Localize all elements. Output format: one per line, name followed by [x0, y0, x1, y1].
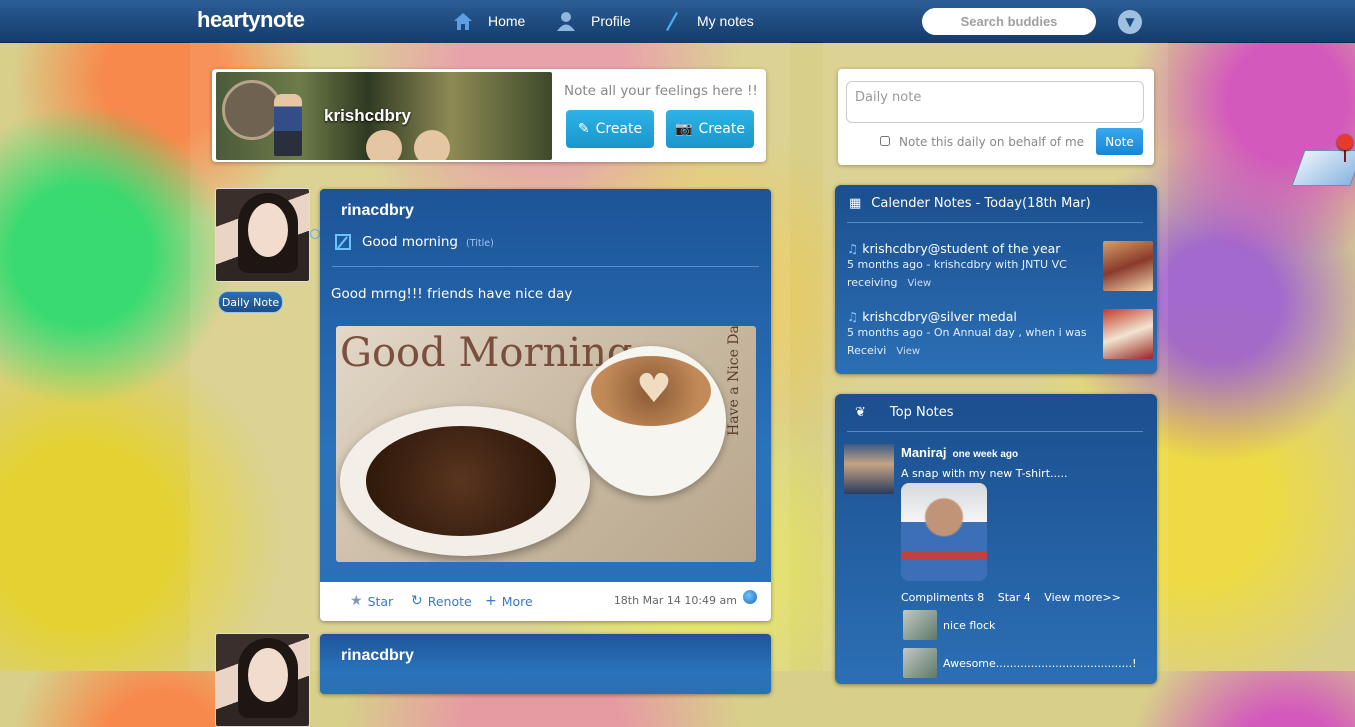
heart-icon: ♥ — [636, 366, 672, 412]
post-title-hint: (Title) — [466, 238, 494, 249]
nav-home[interactable]: Home — [452, 0, 525, 42]
star-button[interactable]: ★ Star — [350, 593, 393, 609]
camera-icon: 📷 — [675, 121, 693, 137]
calendar-item-thumbnail[interactable] — [1103, 309, 1153, 359]
globe-icon[interactable] — [743, 590, 757, 604]
top-note-avatar[interactable] — [844, 444, 894, 494]
refresh-icon: ↻ — [411, 593, 423, 609]
nav-profile-label: Profile — [591, 13, 631, 29]
post-username[interactable]: rinacdbry — [341, 202, 414, 220]
post-connector-dot — [310, 229, 320, 239]
view-more-link[interactable]: View more>> — [1044, 591, 1121, 604]
post-timestamp: 18th Mar 14 10:49 am — [613, 594, 737, 607]
top-note-time: one week ago — [952, 449, 1019, 460]
search-input[interactable] — [922, 8, 1096, 35]
post-username[interactable]: rinacdbry — [341, 647, 414, 665]
note-icon — [335, 234, 351, 250]
post-body: Good mrng!!! friends have nice day — [331, 286, 573, 302]
star-icon: ★ — [350, 593, 363, 609]
create-prompt: Note all your feelings here !! — [564, 83, 758, 99]
create-text-button[interactable]: ✎ Create — [566, 110, 654, 148]
cover-person — [274, 94, 302, 156]
post-author-avatar[interactable] — [215, 633, 310, 727]
star-count-link[interactable]: Star 4 — [998, 591, 1031, 604]
daily-note-box: Note this daily on behalf of me Note — [838, 69, 1154, 165]
comment-avatar[interactable] — [903, 648, 937, 678]
top-note-photo[interactable] — [901, 483, 987, 581]
calendar-icon: ▦ — [849, 196, 862, 211]
top-notes-panel: ❦ Top Notes Maniraj one week ago A snap w… — [835, 394, 1157, 684]
comment-avatar[interactable] — [903, 610, 937, 640]
create-photo-button[interactable]: 📷 Create — [666, 110, 754, 148]
chevron-down-icon[interactable]: ▼ — [1118, 10, 1142, 34]
top-notes-heading: Top Notes — [889, 405, 954, 420]
cover-username[interactable]: krishcdbry — [324, 106, 411, 126]
calendar-item-thumbnail[interactable] — [1103, 241, 1153, 291]
college-emblem — [222, 80, 282, 140]
calendar-item[interactable]: ♫ krishcdbry@student of the year 5 months… — [847, 241, 1087, 293]
nav-profile[interactable]: Profile — [555, 0, 631, 42]
user-icon — [557, 12, 575, 31]
image-caption: Good Morning — [340, 330, 633, 376]
nav-my-notes-label: My notes — [697, 13, 754, 29]
compliments-link[interactable]: Compliments 8 — [901, 591, 984, 604]
divider — [847, 431, 1143, 432]
top-navbar: heartynote Home Profile My notes ▼ — [0, 0, 1355, 43]
image-subcaption: Have a Nice Day — [726, 326, 742, 436]
daily-note-badge[interactable]: Daily Note — [218, 291, 283, 313]
map-pin-icon[interactable] — [1337, 134, 1353, 150]
comment-item: nice flock — [903, 610, 995, 640]
top-note-stats: Compliments 8 Star 4 View more>> — [901, 591, 1131, 604]
post-author-avatar[interactable] — [215, 188, 310, 282]
plus-icon: + — [485, 593, 497, 609]
comment-item: Awesome.................................… — [903, 648, 1137, 678]
post-image[interactable]: Good Morning ♥ Have a Nice Day — [336, 326, 756, 562]
calendar-item[interactable]: ♫ krishcdbry@silver medal 5 months ago - … — [847, 309, 1087, 361]
cover-photo: krishcdbry — [216, 72, 552, 160]
calendar-heading: Calender Notes - Today(18th Mar) — [871, 196, 1091, 211]
behalf-checkbox[interactable] — [880, 136, 890, 146]
divider — [332, 266, 759, 267]
note-button[interactable]: Note — [1096, 128, 1143, 155]
behalf-checkbox-label: Note this daily on behalf of me — [899, 135, 1085, 149]
more-button[interactable]: + More — [485, 593, 533, 609]
view-link[interactable]: View — [896, 346, 920, 357]
view-link[interactable]: View — [907, 278, 931, 289]
divider — [847, 222, 1143, 223]
app-logo[interactable]: heartynote — [197, 7, 305, 33]
nav-home-label: Home — [488, 13, 526, 29]
post-title: Good morning (Title) — [362, 234, 494, 250]
note-post: rinacdbry — [320, 634, 771, 694]
nav-my-notes[interactable]: My notes — [661, 0, 754, 42]
top-note-text: A snap with my new T-shirt..... — [901, 467, 1068, 480]
top-note-user[interactable]: Maniraj one week ago — [901, 445, 1018, 460]
logo-text: heartynote — [197, 7, 305, 32]
home-icon — [454, 13, 472, 30]
daily-note-input[interactable] — [846, 81, 1144, 123]
note-icon: ♫ — [847, 309, 859, 324]
create-note-box: krishcdbry Note all your feelings here !… — [212, 69, 766, 162]
renote-button[interactable]: ↻ Renote — [411, 593, 472, 609]
pencil-icon: ✎ — [577, 121, 590, 137]
calendar-notes-panel: ▦ Calender Notes - Today(18th Mar) ♫ kris… — [835, 185, 1157, 374]
feather-icon: ❦ — [855, 405, 866, 420]
post-actions: ★ Star ↻ Renote + More 18th Mar 14 10:49… — [320, 582, 771, 621]
note-icon: ♫ — [847, 241, 859, 256]
note-post: rinacdbry Good morning (Title) Good mrng!… — [320, 189, 771, 621]
quill-icon — [666, 12, 678, 31]
